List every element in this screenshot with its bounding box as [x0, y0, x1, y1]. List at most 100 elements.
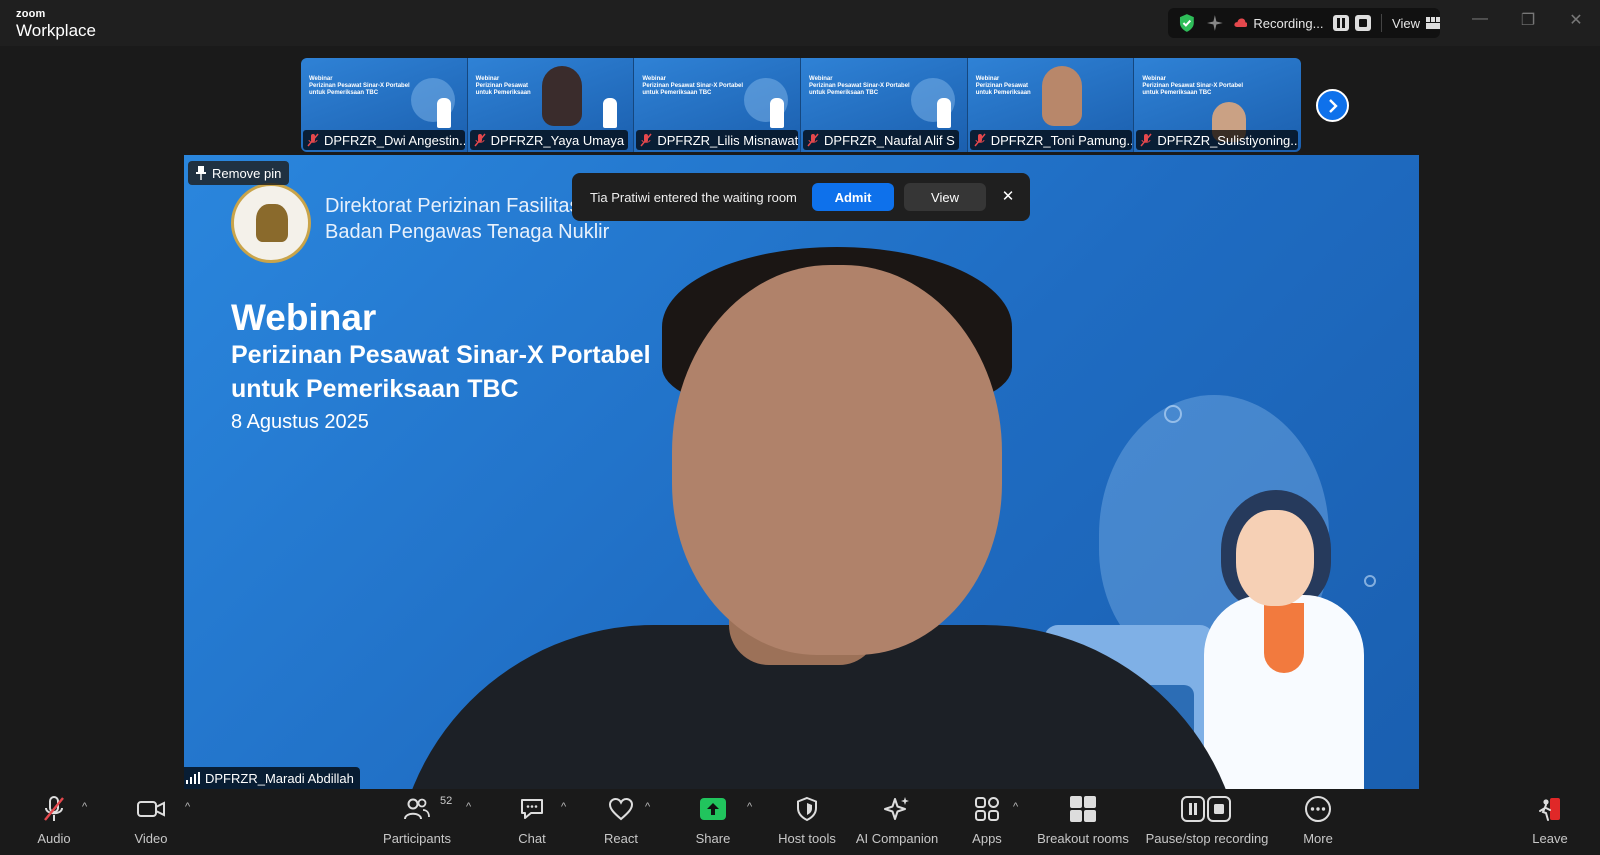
doctor-graphic: [1264, 603, 1304, 673]
slide-thumbnail: Webinar Perizinan Pesawat Sinar-X Portabe…: [642, 76, 744, 96]
doctor-graphic: [936, 98, 951, 128]
slide-thumbnail: Webinar Perizinan Pesawat untuk Pemeriksaa…: [475, 76, 531, 96]
chat-options-chevron-up-icon[interactable]: ^: [561, 801, 566, 813]
participant-tile[interactable]: Webinar Perizinan Pesawat Sinar-X Portabe…: [301, 58, 468, 152]
divider: [1381, 14, 1383, 32]
chat-button[interactable]: Chat: [514, 793, 550, 851]
title-bar: zoom Workplace Recording... View — ❐ ✕: [0, 0, 1600, 46]
chevron-right-icon: [1328, 98, 1338, 113]
ai-companion-button[interactable]: AI Companion: [856, 793, 938, 851]
participant-video: [1041, 66, 1082, 126]
participant-name-tag: DPFRZR_Yaya Umaya: [469, 130, 629, 150]
remove-pin-label: Remove pin: [212, 165, 282, 181]
participants-button[interactable]: 52 Participants: [378, 793, 456, 851]
ai-companion-label: AI Companion: [855, 831, 939, 846]
signal-strength-icon: [186, 772, 200, 784]
more-button[interactable]: More: [1298, 793, 1338, 851]
next-page-button[interactable]: [1316, 89, 1349, 122]
decor-circle: [1364, 575, 1376, 587]
close-icon[interactable]: ✕: [1564, 10, 1588, 30]
participant-tile[interactable]: Webinar Perizinan Pesawat untuk Pemeriksaa…: [967, 58, 1135, 152]
participant-tile[interactable]: Webinar Perizinan Pesawat untuk Pemeriksaa…: [467, 58, 635, 152]
participant-name: DPFRZR_Sulistiyoning...: [1157, 132, 1299, 148]
apps-options-chevron-up-icon[interactable]: ^: [1013, 801, 1018, 813]
participant-tile[interactable]: Webinar Perizinan Pesawat Sinar-X Portabe…: [634, 58, 802, 152]
breakout-rooms-label: Breakout rooms: [1037, 831, 1129, 846]
host-tools-button[interactable]: Host tools: [775, 793, 839, 851]
participant-name-tag: DPFRZR_Toni Pamung...: [969, 130, 1132, 150]
active-speaker-video[interactable]: Direktorat Perizinan Fasilitas Radiasi d…: [184, 155, 1419, 789]
apps-button[interactable]: Apps: [969, 793, 1005, 851]
doctor-graphic: [436, 98, 451, 128]
apps-icon: [975, 797, 999, 821]
muted-mic-icon: [307, 133, 319, 147]
speaker-name-tag: DPFRZR_Maradi Abdillah: [184, 767, 360, 789]
participant-name-tag: DPFRZR_Lilis Misnawati: [636, 130, 799, 150]
slide-org-line2: Badan Pengawas Tenaga Nuklir: [325, 221, 610, 243]
participant-name: DPFRZR_Toni Pamung...: [990, 132, 1132, 148]
video-button[interactable]: Video: [131, 793, 171, 851]
react-button[interactable]: React: [601, 793, 641, 851]
shield-icon: [797, 796, 817, 822]
slide-subtitle-2: untuk Pemeriksaan TBC: [231, 375, 519, 403]
doctor-graphic: [603, 98, 618, 128]
breakout-rooms-icon: [1070, 796, 1096, 822]
video-options-chevron-up-icon[interactable]: ^: [185, 801, 190, 813]
close-notification-icon[interactable]: ✕: [998, 187, 1018, 207]
doctor-graphic: [1236, 510, 1314, 606]
restore-icon[interactable]: ❐: [1516, 10, 1540, 30]
slide-date: 8 Agustus 2025: [231, 411, 369, 433]
view-waiting-room-button[interactable]: View: [904, 183, 986, 211]
participant-name-tag: DPFRZR_Sulistiyoning...: [1136, 130, 1299, 150]
participant-name-tag: DPFRZR_Naufal Alif S: [803, 130, 959, 150]
zoom-logo: zoom Workplace: [16, 8, 96, 40]
pin-icon: [196, 166, 206, 180]
slide-subtitle-1: Perizinan Pesawat Sinar-X Portabel: [231, 341, 651, 369]
stop-recording-icon[interactable]: [1355, 15, 1372, 31]
participant-tile[interactable]: Webinar Perizinan Pesawat Sinar-X Portabe…: [801, 58, 968, 152]
grid-view-icon: [1425, 17, 1440, 29]
waiting-room-message: Tia Pratiwi entered the waiting room: [590, 189, 797, 205]
slide-thumbnail: Webinar Perizinan Pesawat untuk Pemeriksaa…: [975, 76, 1031, 96]
leave-icon: [1539, 798, 1560, 821]
shield-check-icon[interactable]: [1178, 13, 1196, 33]
apps-label: Apps: [972, 831, 1002, 846]
remove-pin-button[interactable]: Remove pin: [188, 161, 290, 185]
breakout-rooms-button[interactable]: Breakout rooms: [1034, 793, 1132, 851]
muted-mic-icon: [807, 133, 819, 147]
view-menu-button[interactable]: View: [1392, 16, 1440, 31]
bapeten-emblem: [231, 183, 311, 263]
logo-top: zoom: [16, 8, 46, 20]
doctor-graphic: [770, 98, 785, 128]
participant-name: DPFRZR_Naufal Alif S: [824, 132, 955, 148]
react-options-chevron-up-icon[interactable]: ^: [645, 801, 650, 813]
participants-icon: [404, 798, 430, 820]
pause-stop-recording-label: Pause/stop recording: [1145, 831, 1269, 846]
participant-name: DPFRZR_Dwi Angestin...: [324, 132, 465, 148]
share-options-chevron-up-icon[interactable]: ^: [747, 801, 752, 813]
slide-title: Webinar: [231, 297, 377, 338]
speaker-name: DPFRZR_Maradi Abdillah: [205, 770, 354, 786]
pause-recording-icon[interactable]: [1333, 15, 1350, 31]
sparkle-icon[interactable]: [1206, 14, 1224, 32]
chat-label: Chat: [518, 831, 546, 846]
admit-button[interactable]: Admit: [812, 183, 894, 211]
pause-stop-recording-button[interactable]: Pause/stop recording: [1142, 793, 1272, 851]
slide-thumbnail: Webinar Perizinan Pesawat Sinar-X Portabe…: [1142, 76, 1244, 96]
muted-mic-icon: [474, 133, 486, 147]
more-icon: [1305, 796, 1331, 822]
share-button[interactable]: Share: [693, 793, 733, 851]
participant-name: DPFRZR_Yaya Umaya: [490, 132, 625, 148]
waiting-room-notification: Tia Pratiwi entered the waiting room Adm…: [572, 173, 1030, 221]
audio-button[interactable]: Audio: [34, 793, 74, 851]
minimize-icon[interactable]: —: [1468, 10, 1492, 28]
more-label: More: [1303, 831, 1333, 846]
muted-mic-icon: [974, 133, 986, 147]
slide-thumbnail: Webinar Perizinan Pesawat Sinar-X Portabe…: [309, 76, 410, 96]
participant-video: [541, 66, 582, 126]
audio-options-chevron-up-icon[interactable]: ^: [82, 801, 87, 813]
participant-tile[interactable]: Webinar Perizinan Pesawat Sinar-X Portabe…: [1134, 58, 1301, 152]
participants-options-chevron-up-icon[interactable]: ^: [466, 801, 471, 813]
leave-button[interactable]: Leave: [1530, 793, 1570, 851]
audio-label: Audio: [37, 831, 71, 846]
